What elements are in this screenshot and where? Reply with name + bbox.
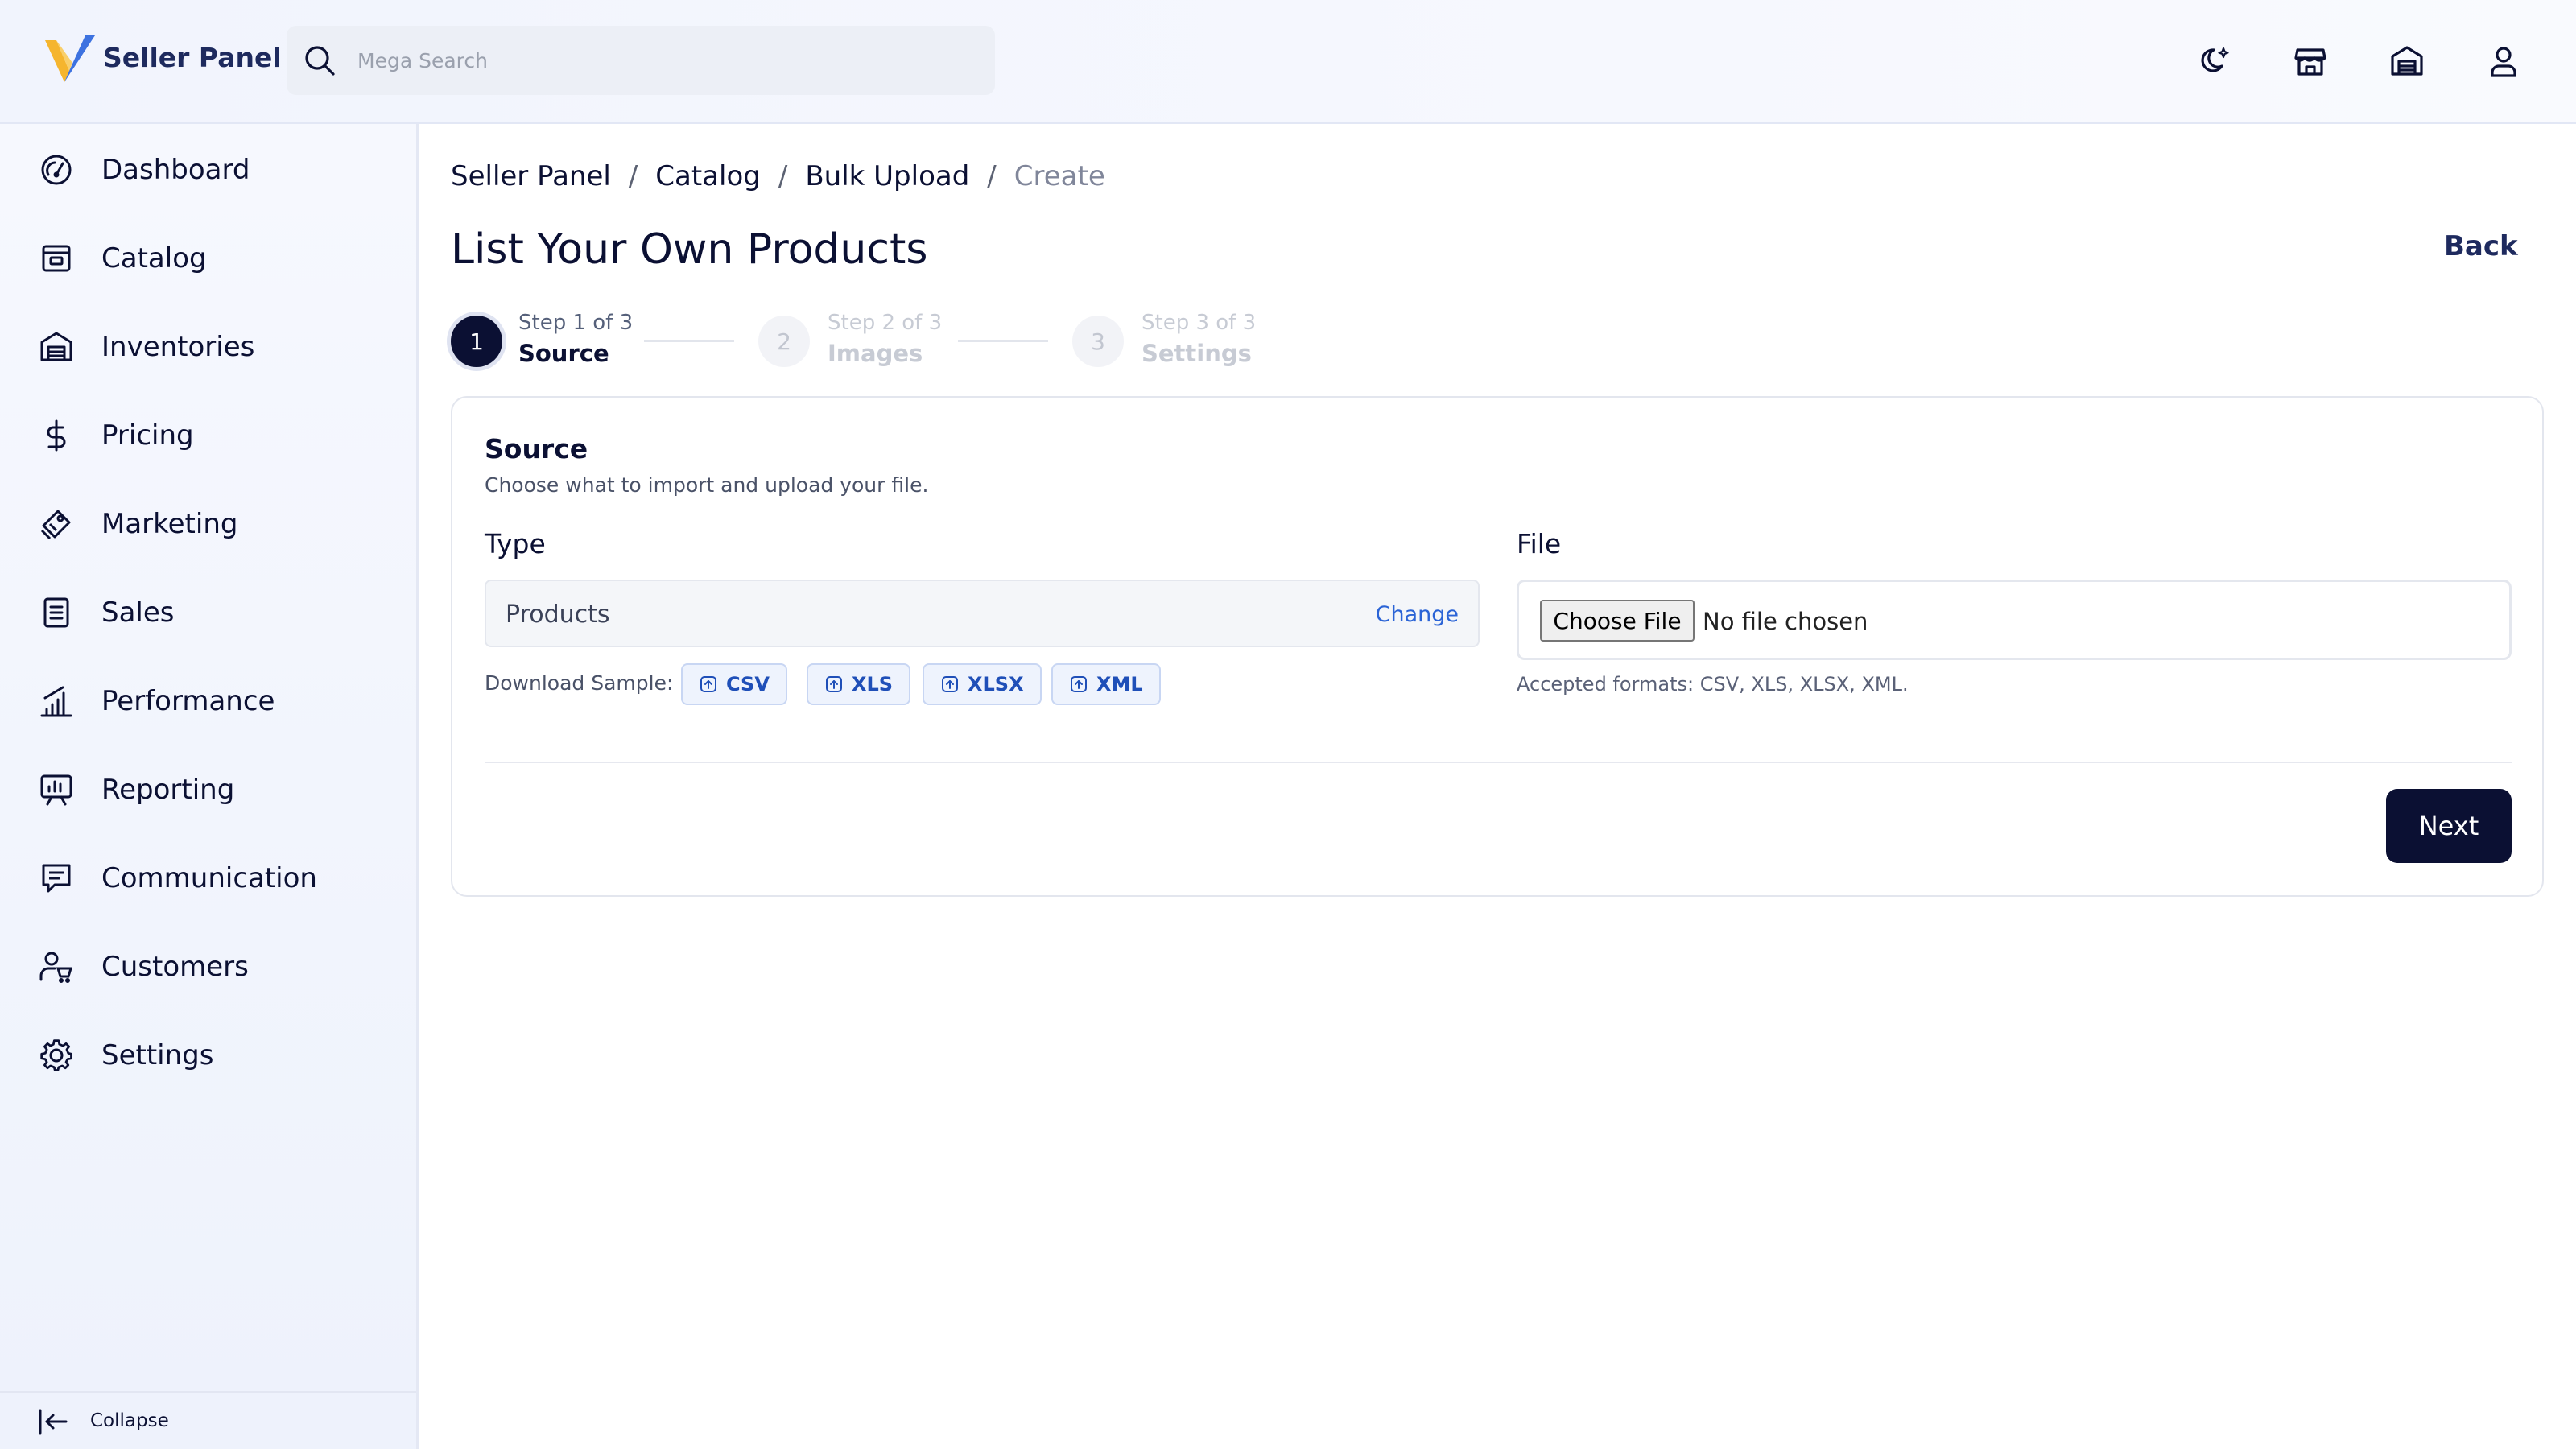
megaphone-icon bbox=[39, 506, 74, 542]
download-icon bbox=[1069, 675, 1088, 694]
search-icon bbox=[301, 42, 338, 79]
download-icon bbox=[699, 675, 718, 694]
sidebar-item-sales[interactable]: Sales bbox=[0, 576, 416, 649]
customers-icon bbox=[39, 949, 74, 985]
brand-logo-icon[interactable] bbox=[45, 35, 97, 85]
breadcrumb-item-bulk-upload[interactable]: Bulk Upload bbox=[805, 160, 969, 192]
breadcrumb-item-catalog[interactable]: Catalog bbox=[655, 160, 761, 192]
breadcrumb-item-create: Create bbox=[1013, 160, 1105, 192]
collapse-arrow-icon bbox=[37, 1407, 69, 1436]
warehouse-icon bbox=[39, 329, 74, 365]
step-3-name: Settings bbox=[1141, 340, 1252, 367]
step-2-kicker: Step 2 of 3 bbox=[828, 311, 943, 335]
chip-label: XLS bbox=[852, 673, 894, 696]
download-icon bbox=[824, 675, 844, 694]
sidebar-item-communication[interactable]: Communication bbox=[0, 842, 416, 914]
sidebar-item-settings[interactable]: Settings bbox=[0, 1019, 416, 1092]
breadcrumb: Seller Panel / Catalog / Bulk Upload / C… bbox=[451, 158, 1105, 195]
back-button[interactable]: Back bbox=[2444, 230, 2518, 262]
sidebar-item-label: Reporting bbox=[101, 774, 235, 806]
catalog-icon bbox=[39, 241, 74, 276]
step-1-name: Source bbox=[518, 340, 609, 367]
breadcrumb-item-seller-panel[interactable]: Seller Panel bbox=[451, 160, 611, 192]
message-icon bbox=[39, 861, 74, 896]
chip-label: XML bbox=[1096, 673, 1143, 696]
step-connector bbox=[958, 340, 1048, 342]
download-csv-button[interactable]: CSV bbox=[681, 663, 787, 705]
type-select[interactable]: Products Change bbox=[485, 580, 1480, 647]
sidebar-item-customers[interactable]: Customers bbox=[0, 931, 416, 1003]
brand-name[interactable]: Seller Panel bbox=[103, 42, 282, 73]
change-type-button[interactable]: Change bbox=[1376, 602, 1459, 627]
file-status: No file chosen bbox=[1703, 608, 1868, 635]
sidebar-item-dashboard[interactable]: Dashboard bbox=[0, 134, 416, 206]
step-3-kicker: Step 3 of 3 bbox=[1141, 311, 1257, 335]
sidebar-item-label: Customers bbox=[101, 951, 249, 983]
sidebar-item-label: Pricing bbox=[101, 419, 194, 452]
collapse-button[interactable]: Collapse bbox=[0, 1391, 416, 1449]
presentation-chart-icon bbox=[39, 772, 74, 807]
download-xlsx-button[interactable]: XLSX bbox=[923, 663, 1042, 705]
sidebar-item-catalog[interactable]: Catalog bbox=[0, 222, 416, 295]
sidebar-item-marketing[interactable]: Marketing bbox=[0, 488, 416, 560]
step-1-kicker: Step 1 of 3 bbox=[518, 311, 634, 335]
gauge-icon bbox=[39, 152, 74, 188]
sidebar-item-inventories[interactable]: Inventories bbox=[0, 311, 416, 383]
search-input[interactable] bbox=[357, 40, 969, 80]
chip-label: CSV bbox=[726, 673, 770, 696]
sidebar-item-label: Marketing bbox=[101, 508, 238, 540]
next-button[interactable]: Next bbox=[2386, 789, 2512, 863]
sidebar: Dashboard Catalog Inventories Pricing Ma… bbox=[0, 124, 419, 1449]
card-title: Source bbox=[485, 433, 588, 464]
breadcrumb-separator: / bbox=[628, 160, 638, 192]
bar-chart-icon bbox=[39, 683, 74, 719]
sidebar-item-label: Performance bbox=[101, 685, 275, 717]
choose-file-button[interactable]: Choose File bbox=[1540, 600, 1695, 642]
sidebar-item-performance[interactable]: Performance bbox=[0, 665, 416, 737]
step-3-number: 3 bbox=[1072, 316, 1124, 367]
sidebar-item-label: Inventories bbox=[101, 331, 255, 363]
file-input[interactable]: Choose File No file chosen bbox=[1517, 580, 2512, 660]
type-label: Type bbox=[485, 528, 546, 559]
sidebar-item-label: Communication bbox=[101, 862, 317, 894]
store-button[interactable] bbox=[2288, 39, 2333, 84]
sidebar-item-label: Sales bbox=[101, 597, 175, 629]
sidebar-item-label: Dashboard bbox=[101, 154, 250, 186]
sidebar-item-pricing[interactable]: Pricing bbox=[0, 399, 416, 472]
warehouse-icon bbox=[2389, 43, 2425, 79]
step-connector bbox=[644, 340, 734, 342]
top-header: Seller Panel bbox=[0, 0, 2576, 124]
account-button[interactable] bbox=[2481, 39, 2526, 84]
download-sample-label: Download Sample: bbox=[485, 671, 674, 695]
accepted-formats: Accepted formats: CSV, XLS, XLSX, XML. bbox=[1517, 673, 1909, 696]
theme-toggle-button[interactable] bbox=[2193, 39, 2238, 84]
file-label: File bbox=[1517, 528, 1562, 559]
step-2-number: 2 bbox=[758, 316, 810, 367]
step-1-number: 1 bbox=[451, 316, 502, 367]
type-value: Products bbox=[506, 601, 610, 629]
warehouse-button[interactable] bbox=[2384, 39, 2429, 84]
breadcrumb-separator: / bbox=[987, 160, 997, 192]
download-icon bbox=[940, 675, 960, 694]
moon-star-icon bbox=[2198, 43, 2233, 79]
card-subtitle: Choose what to import and upload your fi… bbox=[485, 473, 929, 497]
sidebar-item-label: Settings bbox=[101, 1039, 214, 1071]
step-2-name: Images bbox=[828, 340, 923, 367]
sidebar-item-label: Catalog bbox=[101, 242, 207, 275]
download-xls-button[interactable]: XLS bbox=[807, 663, 911, 705]
breadcrumb-separator: / bbox=[778, 160, 788, 192]
chip-label: XLSX bbox=[968, 673, 1024, 696]
sidebar-item-reporting[interactable]: Reporting bbox=[0, 753, 416, 826]
dollar-icon bbox=[39, 418, 74, 453]
receipt-icon bbox=[39, 595, 74, 630]
collapse-label: Collapse bbox=[90, 1410, 169, 1431]
download-xml-button[interactable]: XML bbox=[1051, 663, 1161, 705]
divider bbox=[485, 762, 2512, 763]
mega-search[interactable] bbox=[287, 26, 995, 95]
store-icon bbox=[2293, 43, 2328, 79]
source-card: Source Choose what to import and upload … bbox=[451, 396, 2544, 897]
user-icon bbox=[2486, 43, 2521, 79]
gear-icon bbox=[39, 1038, 74, 1073]
page-title: List Your Own Products bbox=[451, 225, 928, 274]
